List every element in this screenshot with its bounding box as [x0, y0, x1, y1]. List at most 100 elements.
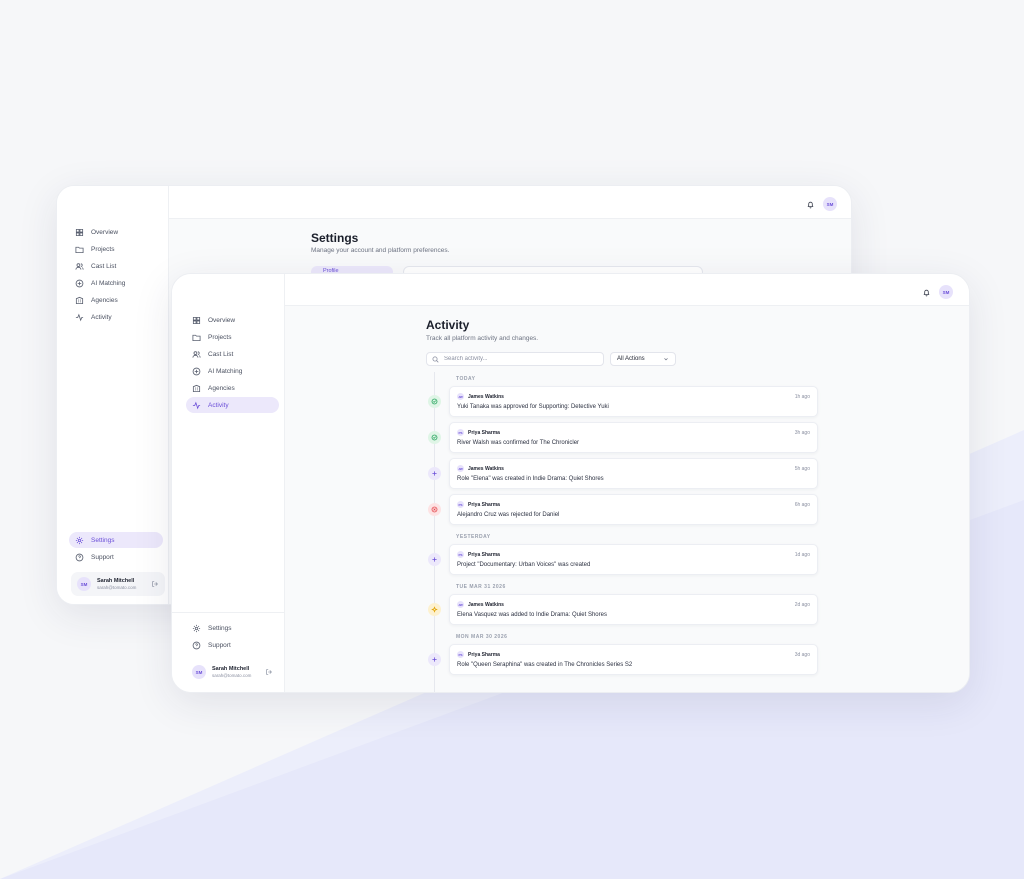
activity-item[interactable]: PS Priya Sharma Alejandro Cruz was rejecte…: [426, 494, 821, 530]
event-type-badge: [428, 503, 441, 516]
activity-card[interactable]: PS Priya Sharma Role "Queen Seraphina" was…: [449, 644, 818, 675]
chevron-down-icon: [664, 358, 668, 361]
grid-icon: [192, 316, 201, 325]
activity-window: Overview Projects Cast List AI Matching Agen…: [171, 273, 970, 693]
actor-name: James Watkins: [468, 465, 504, 472]
activity-card[interactable]: JW James Watkins Yuki Tanaka was approved …: [449, 386, 818, 417]
check-circle-icon: [431, 398, 438, 405]
sidebar-item-projects[interactable]: Projects: [69, 241, 163, 257]
activity-actor: PS Priya Sharma: [457, 429, 500, 436]
sidebar-item-label: Overview: [91, 228, 119, 236]
user-card[interactable]: SM Sarah Mitchell sarah@tomato.com: [71, 572, 165, 596]
activity-icon: [75, 313, 84, 322]
sidebar-item-label: Activity: [208, 401, 229, 409]
sidebar-item-label: Settings: [208, 624, 232, 632]
sidebar-item-settings[interactable]: Settings: [69, 532, 163, 548]
timeline-group-label: YESTERDAY: [456, 534, 491, 540]
activity-panel: Activity Track all platform activity and…: [426, 318, 821, 692]
building-icon: [75, 296, 84, 305]
x-circle-icon: [431, 506, 438, 513]
user-name: Sarah Mitchell: [212, 666, 250, 672]
sidebar-item-label: Support: [208, 641, 231, 649]
activity-actor: JW James Watkins: [457, 393, 504, 400]
activity-card[interactable]: PS Priya Sharma Alejandro Cruz was rejecte…: [449, 494, 818, 525]
activity-timeline: TODAY JW James Watkins Yuki Tanaka was appr…: [426, 372, 821, 692]
sidebar-item-agencies[interactable]: Agencies: [69, 292, 163, 308]
plus-icon: [432, 471, 437, 476]
actor-name: James Watkins: [468, 393, 504, 400]
sidebar-item-label: Agencies: [91, 296, 118, 304]
sidebar-item-cast-list[interactable]: Cast List: [69, 258, 163, 274]
header-avatar[interactable]: SM: [939, 285, 953, 299]
gear-icon: [75, 536, 84, 545]
actor-name: Priya Sharma: [468, 551, 500, 558]
sidebar-item-agencies[interactable]: Agencies: [186, 380, 279, 396]
event-type-badge: [428, 553, 441, 566]
activity-item[interactable]: PS Priya Sharma River Walsh was confirmed …: [426, 422, 821, 458]
activity-description: River Walsh was confirmed for The Chroni…: [457, 440, 580, 446]
user-card[interactable]: SM Sarah Mitchell sarah@tomato.com: [186, 660, 279, 684]
logout-icon[interactable]: [151, 580, 159, 588]
activity-item[interactable]: JW James Watkins Yuki Tanaka was approved …: [426, 386, 821, 422]
bell-icon[interactable]: [806, 200, 815, 209]
activity-card[interactable]: JW James Watkins Elena Vasquez was added t…: [449, 594, 818, 625]
search-input[interactable]: [444, 356, 594, 362]
filter-bar: All Actions: [426, 352, 821, 366]
activity-description: Yuki Tanaka was approved for Supporting:…: [457, 404, 609, 410]
grid-icon: [75, 228, 84, 237]
avatar: PS: [457, 651, 464, 658]
sidebar-item-label: Settings: [91, 536, 115, 544]
actor-name: Priya Sharma: [468, 501, 500, 508]
sidebar-nav: Overview Projects Cast List AI Matching Agen…: [186, 312, 279, 413]
sidebar-item-support[interactable]: Support: [69, 549, 163, 565]
activity-item[interactable]: JW James Watkins Elena Vasquez was added t…: [426, 594, 821, 630]
activity-description: Role "Elena" was created in Indie Drama:…: [457, 476, 604, 482]
activity-item[interactable]: PS Priya Sharma Project "Documentary: Urba…: [426, 544, 821, 580]
sidebar-item-label: Support: [91, 553, 114, 561]
sidebar-item-settings[interactable]: Settings: [186, 620, 279, 636]
activity-timestamp: 1h ago: [794, 394, 810, 400]
sidebar-item-cast-list[interactable]: Cast List: [186, 346, 279, 362]
activity-item[interactable]: PS Priya Sharma Role "Queen Seraphina" was…: [426, 644, 821, 680]
sidebar-item-activity[interactable]: Activity: [69, 309, 163, 325]
activity-card[interactable]: PS Priya Sharma River Walsh was confirmed …: [449, 422, 818, 453]
sparkle-icon: [192, 367, 201, 376]
event-type-badge: [428, 653, 441, 666]
event-type-badge: [428, 467, 441, 480]
sidebar-item-ai-matching[interactable]: AI Matching: [186, 363, 279, 379]
sidebar-item-ai-matching[interactable]: AI Matching: [69, 275, 163, 291]
building-icon: [192, 384, 201, 393]
sidebar-item-label: AI Matching: [91, 279, 126, 287]
sidebar-item-label: Agencies: [208, 384, 235, 392]
sidebar-item-projects[interactable]: Projects: [186, 329, 279, 345]
users-icon: [75, 262, 84, 271]
activity-icon: [192, 401, 201, 410]
avatar: JW: [457, 465, 464, 472]
actor-name: James Watkins: [468, 601, 504, 608]
avatar: JW: [457, 393, 464, 400]
timeline-group-label: TODAY: [456, 376, 476, 382]
sparkle-icon: [75, 279, 84, 288]
sidebar-item-support[interactable]: Support: [186, 637, 279, 653]
avatar: PS: [457, 429, 464, 436]
action-filter-select[interactable]: All Actions: [610, 352, 676, 366]
event-type-badge: [428, 603, 441, 616]
activity-card[interactable]: JW James Watkins Role "Elena" was created …: [449, 458, 818, 489]
avatar: PS: [457, 551, 464, 558]
sidebar-item-label: Cast List: [208, 350, 234, 358]
sidebar-item-activity[interactable]: Activity: [186, 397, 279, 413]
page-subtitle: Manage your account and platform prefere…: [311, 247, 450, 254]
activity-description: Project "Documentary: Urban Voices" was …: [457, 562, 591, 568]
event-type-badge: [428, 395, 441, 408]
header-avatar[interactable]: SM: [823, 197, 837, 211]
search-box: [426, 352, 604, 366]
sidebar-item-overview[interactable]: Overview: [69, 224, 163, 240]
sidebar-bottom-nav: Settings Support: [69, 532, 163, 565]
users-icon: [192, 350, 201, 359]
timeline-group-label: TUE MAR 31 2026: [456, 584, 506, 590]
sidebar-item-overview[interactable]: Overview: [186, 312, 279, 328]
logout-icon[interactable]: [265, 668, 273, 676]
activity-card[interactable]: PS Priya Sharma Project "Documentary: Urba…: [449, 544, 818, 575]
bell-icon[interactable]: [922, 288, 931, 297]
activity-item[interactable]: JW James Watkins Role "Elena" was created …: [426, 458, 821, 494]
